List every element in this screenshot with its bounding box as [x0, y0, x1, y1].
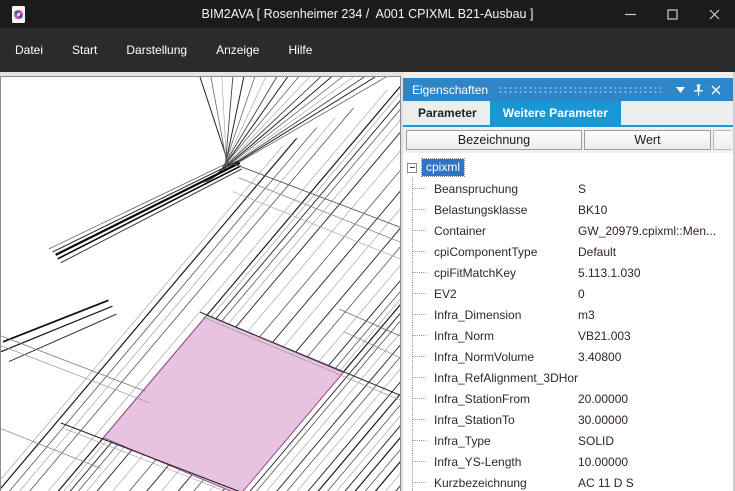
- property-row[interactable]: cpiComponentType Default: [403, 241, 733, 262]
- property-name: Beanspruchung: [434, 182, 578, 196]
- property-name: cpiFitMatchKey: [434, 266, 578, 280]
- pin-icon[interactable]: [689, 84, 707, 96]
- menu-item-darstellung[interactable]: Darstellung: [126, 43, 187, 57]
- property-value: 3.40800: [578, 350, 733, 364]
- property-name: Infra_YS-Length: [434, 455, 578, 469]
- properties-panel: Eigenschaften Para: [403, 72, 735, 491]
- grid-header: Bezeichnung Wert: [403, 127, 733, 153]
- tree-connector: [412, 241, 434, 262]
- tree-connector: [412, 451, 434, 472]
- tabstrip: Parameter Weitere Parameter: [403, 101, 733, 125]
- property-row[interactable]: Infra_YS-Length 10.00000: [403, 451, 733, 472]
- tab-weitere-parameter[interactable]: Weitere Parameter: [490, 101, 621, 125]
- tree-connector: [412, 262, 434, 283]
- tree-connector: [412, 178, 434, 199]
- tree-connector: [412, 388, 434, 409]
- column-header-filler: [713, 130, 731, 150]
- tree-connector: [412, 346, 434, 367]
- property-value: 10.00000: [578, 455, 733, 469]
- property-name: Infra_StationTo: [434, 413, 578, 427]
- property-row[interactable]: Infra_StationFrom 20.00000: [403, 388, 733, 409]
- property-row[interactable]: Beanspruchung S: [403, 178, 733, 199]
- property-row[interactable]: Infra_Norm VB21.003: [403, 325, 733, 346]
- property-value: 5.113.1.030: [578, 266, 733, 280]
- property-name: Infra_StationFrom: [434, 392, 578, 406]
- property-grid: cpixml Beanspruchung S Belastungsklasse: [403, 153, 733, 491]
- property-row[interactable]: Infra_Dimension m3: [403, 304, 733, 325]
- property-value: GW_20979.cpixml::Men...: [578, 224, 733, 238]
- property-value: VB21.003: [578, 329, 733, 343]
- maximize-button[interactable]: [651, 0, 693, 28]
- wireframe-drawing: [1, 77, 400, 491]
- panel-close-icon[interactable]: [707, 85, 725, 95]
- app-icon[interactable]: [11, 5, 26, 24]
- property-value: 20.00000: [578, 392, 733, 406]
- tree-connector: [412, 304, 434, 325]
- tree-connector: [412, 430, 434, 451]
- property-row[interactable]: cpiFitMatchKey 5.113.1.030: [403, 262, 733, 283]
- tree-connector: [412, 472, 434, 491]
- content-area: Eigenschaften Para: [0, 72, 735, 491]
- menu-item-hilfe[interactable]: Hilfe: [288, 43, 312, 57]
- tree-root-row[interactable]: cpixml: [403, 157, 733, 178]
- property-name: Belastungsklasse: [434, 203, 578, 217]
- property-value: BK10: [578, 203, 733, 217]
- panel-header[interactable]: Eigenschaften: [403, 78, 733, 101]
- property-name: Kurzbezeichnung: [434, 476, 578, 490]
- drag-grip[interactable]: [498, 86, 661, 95]
- property-value: AC 11 D S: [578, 476, 733, 490]
- property-value: SOLID: [578, 434, 733, 448]
- property-value: 30.00000: [578, 413, 733, 427]
- tree-root-label[interactable]: cpixml: [422, 159, 464, 176]
- property-row[interactable]: Infra_RefAlignment_3DHoriz: [403, 367, 733, 388]
- chevron-down-icon[interactable]: [671, 87, 689, 93]
- tree-connector: [412, 409, 434, 430]
- menu-item-anzeige[interactable]: Anzeige: [216, 43, 259, 57]
- property-name: Infra_RefAlignment_3DHoriz: [434, 371, 578, 385]
- menu-item-start[interactable]: Start: [72, 43, 97, 57]
- property-row[interactable]: Infra_StationTo 30.00000: [403, 409, 733, 430]
- menubar: Datei Start Darstellung Anzeige Hilfe: [0, 28, 735, 72]
- property-rows: Beanspruchung S Belastungsklasse BK10 Co: [403, 178, 733, 491]
- property-name: Infra_Dimension: [434, 308, 578, 322]
- tree-connector: [412, 325, 434, 346]
- property-value: S: [578, 182, 733, 196]
- property-name: Infra_Norm: [434, 329, 578, 343]
- tab-parameter[interactable]: Parameter: [405, 101, 490, 125]
- tree-connector: [412, 199, 434, 220]
- tree-connector: [412, 367, 434, 388]
- property-row[interactable]: Container GW_20979.cpixml::Men...: [403, 220, 733, 241]
- property-row[interactable]: Kurzbezeichnung AC 11 D S: [403, 472, 733, 491]
- app-window: BIM2AVA [ Rosenheimer 234 / A001 CPIXML …: [0, 0, 735, 491]
- property-row[interactable]: Infra_Type SOLID: [403, 430, 733, 451]
- property-name: Infra_Type: [434, 434, 578, 448]
- tree-connector: [412, 220, 434, 241]
- column-header-wert[interactable]: Wert: [584, 130, 711, 150]
- property-value: m3: [578, 308, 733, 322]
- property-name: Container: [434, 224, 578, 238]
- property-row[interactable]: EV2 0: [403, 283, 733, 304]
- titlebar: BIM2AVA [ Rosenheimer 234 / A001 CPIXML …: [0, 0, 735, 28]
- property-row[interactable]: Belastungsklasse BK10: [403, 199, 733, 220]
- property-value: 0: [578, 287, 733, 301]
- viewport-3d[interactable]: [0, 76, 401, 491]
- property-name: Infra_NormVolume: [434, 350, 578, 364]
- property-value: Default: [578, 245, 733, 259]
- tree-connector: [412, 283, 434, 304]
- corridor-upper-lines: [200, 77, 386, 183]
- property-name: cpiComponentType: [434, 245, 578, 259]
- column-header-bezeichnung[interactable]: Bezeichnung: [406, 130, 582, 150]
- close-button[interactable]: [693, 0, 735, 28]
- minimize-button[interactable]: [609, 0, 651, 28]
- collapse-expander-icon[interactable]: [407, 163, 417, 173]
- menu-item-datei[interactable]: Datei: [15, 43, 43, 57]
- panel-title: Eigenschaften: [412, 83, 488, 97]
- property-row[interactable]: Infra_NormVolume 3.40800: [403, 346, 733, 367]
- property-name: EV2: [434, 287, 578, 301]
- selected-element-polygon[interactable]: [103, 315, 343, 491]
